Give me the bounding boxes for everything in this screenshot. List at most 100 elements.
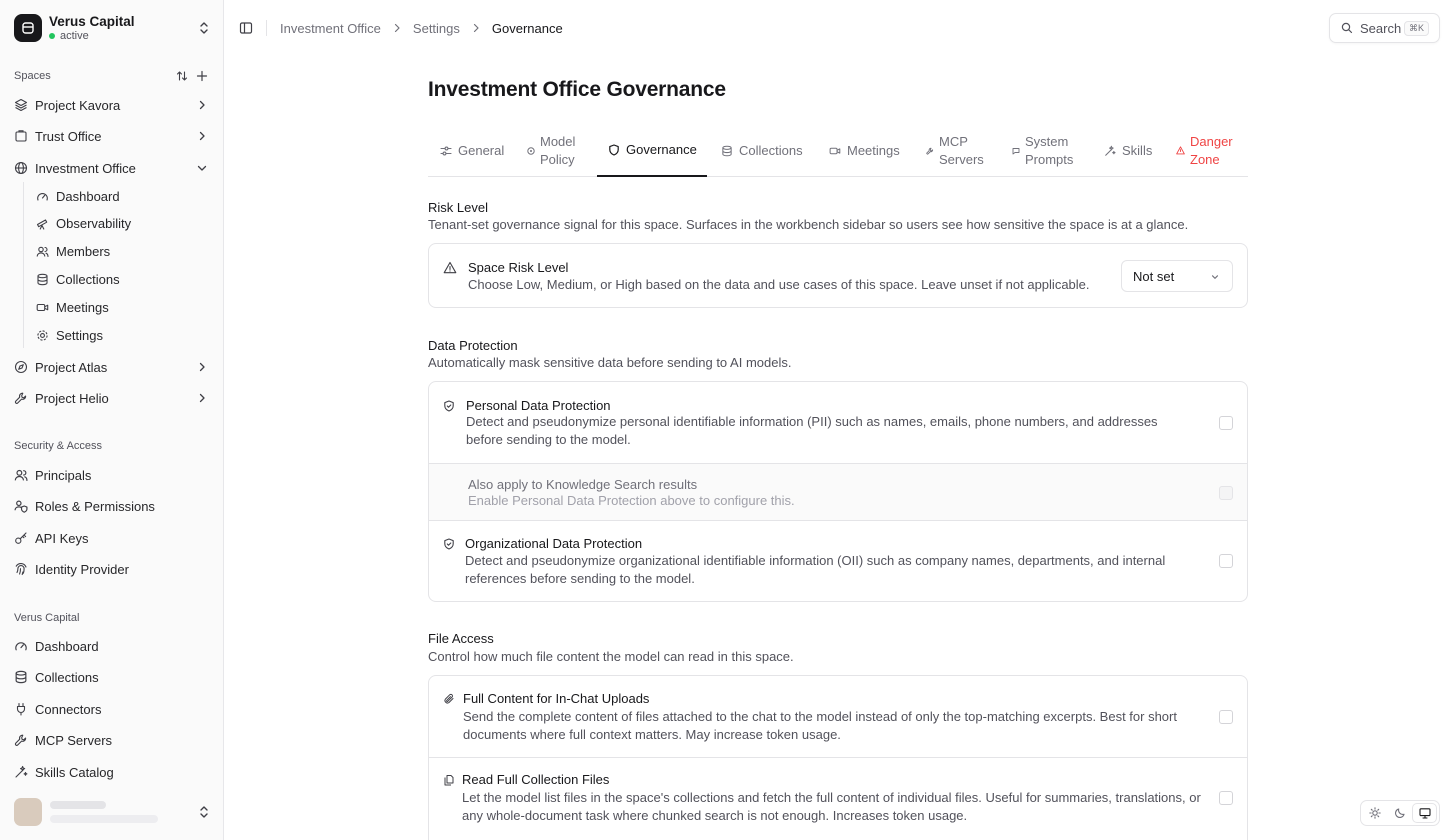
space-item-project-atlas[interactable]: Project Atlas xyxy=(14,354,212,380)
tab-model-policy[interactable]: Model Policy xyxy=(527,124,587,177)
sort-icon[interactable] xyxy=(176,70,188,82)
wand-icon xyxy=(14,765,28,779)
sidebar-item-meetings[interactable]: Meetings xyxy=(36,294,212,320)
divider xyxy=(266,20,267,36)
chevron-right-icon xyxy=(196,130,208,142)
chevron-right-icon xyxy=(196,99,208,111)
user-email-redacted xyxy=(50,815,158,823)
tab-governance[interactable]: Governance xyxy=(597,124,707,177)
sidebar-item-api-keys[interactable]: API Keys xyxy=(14,525,212,551)
knowledge-search-checkbox[interactable] xyxy=(1219,486,1233,500)
risk-card: Space Risk Level Choose Low, Medium, or … xyxy=(428,243,1248,308)
risk-section-desc: Tenant-set governance signal for this sp… xyxy=(428,217,1189,232)
knowledge-search-desc: Enable Personal Data Protection above to… xyxy=(468,493,795,508)
layers-icon xyxy=(14,98,28,112)
space-item-investment-office[interactable]: Investment Office xyxy=(14,155,212,181)
tree-line xyxy=(23,182,24,348)
workspace-logo xyxy=(14,14,42,42)
tab-mcp-servers[interactable]: MCP Servers xyxy=(926,124,992,177)
sidebar-item-members[interactable]: Members xyxy=(36,238,212,264)
risk-level-select[interactable]: Not set xyxy=(1121,260,1233,292)
collection-files-checkbox[interactable] xyxy=(1219,791,1233,805)
building-icon xyxy=(14,129,28,143)
search-label: Search xyxy=(1360,20,1402,36)
pii-row: Personal Data Protection Detect and pseu… xyxy=(429,382,1247,463)
video-icon xyxy=(829,145,841,157)
sidebar-item-connectors[interactable]: Connectors xyxy=(14,696,212,722)
avatar xyxy=(14,798,42,826)
full-content-checkbox[interactable] xyxy=(1219,710,1233,724)
tab-collections[interactable]: Collections xyxy=(721,124,803,177)
sidebar-item-observability[interactable]: Observability xyxy=(36,210,212,236)
sidebar-item-collections[interactable]: Collections xyxy=(36,266,212,292)
user-menu[interactable] xyxy=(14,797,212,827)
gauge-icon xyxy=(36,190,49,203)
file-access-desc: Control how much file content the model … xyxy=(428,649,794,664)
search-shortcut: ⌘K xyxy=(1403,20,1429,36)
collection-files-row: Read Full Collection Files Let the model… xyxy=(429,757,1247,840)
users-icon xyxy=(14,468,28,482)
space-item-project-helio[interactable]: Project Helio xyxy=(14,385,212,411)
breadcrumb: Investment Office Settings Governance xyxy=(280,19,563,37)
chevron-right-icon xyxy=(392,23,402,33)
tab-system-prompts[interactable]: System Prompts xyxy=(1012,124,1082,177)
file-access-title: File Access xyxy=(428,631,494,646)
risk-item-desc: Choose Low, Medium, or High based on the… xyxy=(468,277,1090,292)
theme-light-button[interactable] xyxy=(1363,803,1388,823)
sidebar-item-org-dashboard[interactable]: Dashboard xyxy=(14,633,212,659)
theme-switcher xyxy=(1360,800,1440,826)
collection-files-desc: Let the model list files in the space's … xyxy=(462,790,1201,823)
breadcrumb-item-investment-office[interactable]: Investment Office xyxy=(280,21,381,36)
sidebar-item-identity-provider[interactable]: Identity Provider xyxy=(14,556,212,582)
org-label: Verus Capital xyxy=(14,612,80,624)
oii-checkbox[interactable] xyxy=(1219,554,1233,568)
knowledge-search-row: Also apply to Knowledge Search results E… xyxy=(429,463,1247,520)
data-protection-title: Data Protection xyxy=(428,338,518,353)
sidebar-toggle-icon[interactable] xyxy=(239,21,253,35)
page-title: Investment Office Governance xyxy=(428,78,726,101)
chevrons-up-down-icon xyxy=(196,20,212,36)
sun-icon xyxy=(1369,807,1382,819)
wrench-icon xyxy=(926,147,934,155)
wrench-icon xyxy=(14,391,28,405)
sidebar-item-org-collections[interactable]: Collections xyxy=(14,664,212,690)
circle-dot-icon xyxy=(527,146,535,155)
tab-danger-zone[interactable]: Danger Zone xyxy=(1176,124,1236,177)
files-icon xyxy=(443,774,455,786)
workspace-status: active xyxy=(49,30,196,43)
users-icon xyxy=(36,245,49,258)
search-button[interactable]: Search ⌘K xyxy=(1329,13,1440,43)
wand-icon xyxy=(1104,145,1116,157)
theme-system-button[interactable] xyxy=(1412,803,1437,823)
pii-desc: Detect and pseudonymize personal identif… xyxy=(466,414,1158,447)
database-icon xyxy=(36,273,49,286)
risk-section-title: Risk Level xyxy=(428,200,488,215)
shield-icon xyxy=(608,143,620,156)
monitor-icon xyxy=(1419,807,1431,819)
risk-item-title: Space Risk Level xyxy=(468,260,569,275)
workspace-switcher[interactable]: Verus Capital active xyxy=(14,12,212,44)
sidebar-item-dashboard[interactable]: Dashboard xyxy=(36,183,212,209)
sidebar-item-skills-catalog[interactable]: Skills Catalog xyxy=(14,759,212,785)
chevron-down-icon xyxy=(1210,272,1220,282)
sidebar-item-settings[interactable]: Settings xyxy=(36,322,212,348)
database-icon xyxy=(721,145,733,157)
pii-checkbox[interactable] xyxy=(1219,416,1233,430)
sidebar-item-principals[interactable]: Principals xyxy=(14,462,212,488)
data-protection-desc: Automatically mask sensitive data before… xyxy=(428,355,792,370)
space-item-trust-office[interactable]: Trust Office xyxy=(14,123,212,149)
tab-general[interactable]: General xyxy=(440,124,504,177)
tab-skills[interactable]: Skills xyxy=(1104,124,1152,177)
shield-check-icon xyxy=(443,538,455,550)
warning-icon xyxy=(1176,146,1185,155)
sidebar-item-roles-permissions[interactable]: Roles & Permissions xyxy=(14,493,212,519)
tab-meetings[interactable]: Meetings xyxy=(829,124,900,177)
breadcrumb-item-settings[interactable]: Settings xyxy=(413,21,460,36)
shield-check-icon xyxy=(443,400,455,412)
sidebar-item-mcp-servers[interactable]: MCP Servers xyxy=(14,727,212,753)
space-item-project-kavora[interactable]: Project Kavora xyxy=(14,92,212,118)
theme-dark-button[interactable] xyxy=(1388,803,1413,823)
plus-icon[interactable] xyxy=(196,70,208,82)
chevrons-up-down-icon xyxy=(196,804,212,820)
sliders-icon xyxy=(440,145,452,157)
